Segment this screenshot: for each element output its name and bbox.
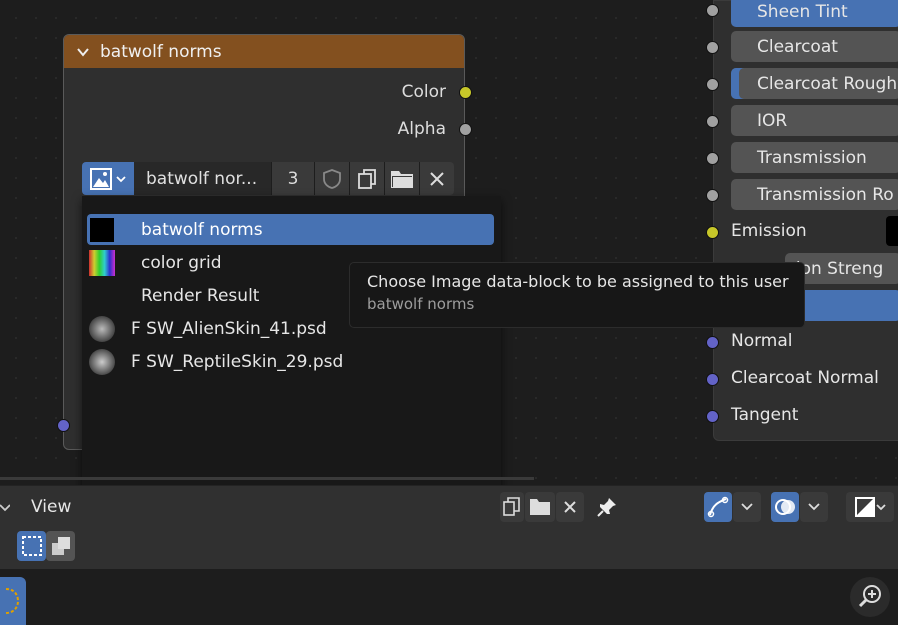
- tool-select-button[interactable]: [0, 577, 26, 625]
- editor-header: View: [0, 485, 898, 530]
- image-icon: [90, 167, 112, 190]
- field-label: Clearcoat: [757, 36, 838, 57]
- pin-icon: [597, 498, 616, 517]
- sheen-tint-socket[interactable]: [706, 4, 719, 17]
- snapping-toggle[interactable]: [704, 492, 732, 522]
- field-label: Sheen Tint: [757, 1, 848, 22]
- node-header[interactable]: batwolf norms: [64, 35, 464, 68]
- transmission-field[interactable]: Transmission: [731, 142, 898, 173]
- transmission-roughness-field[interactable]: Transmission Ro: [731, 179, 898, 210]
- select-mode-extend-button[interactable]: [46, 531, 75, 561]
- emission-socket[interactable]: [706, 226, 719, 239]
- overlays-toggle[interactable]: [771, 492, 799, 522]
- ior-socket[interactable]: [706, 115, 719, 128]
- open-button[interactable]: [525, 492, 555, 522]
- alien-skin-thumbnail: [89, 315, 115, 342]
- item-label: F SW_AlienSkin_41.psd: [131, 318, 327, 339]
- tangent-socket[interactable]: [706, 410, 719, 423]
- field-label: Transmission Ro: [757, 184, 894, 205]
- image-thumbnail: [89, 216, 115, 243]
- overlay-icon: [775, 499, 795, 515]
- tooltip-title: Choose Image data-block to be assigned t…: [367, 272, 789, 291]
- tool-settings-bar: [0, 529, 898, 569]
- item-label: color grid: [141, 252, 222, 273]
- vector-input-socket[interactable]: [57, 419, 70, 432]
- list-item[interactable]: batwolf norms: [87, 214, 494, 245]
- fake-user-button[interactable]: [315, 162, 350, 195]
- reptile-skin-thumbnail: [89, 348, 115, 375]
- transmission-roughness-socket[interactable]: [706, 189, 719, 202]
- unlink-image-button[interactable]: [420, 162, 454, 195]
- scrollbar[interactable]: [0, 477, 534, 480]
- tangent-label: Tangent: [731, 405, 799, 425]
- snap-icon: [707, 496, 729, 518]
- chevron-down-icon: [741, 503, 753, 511]
- item-label: F SW_ReptileSkin_29.psd: [131, 351, 344, 372]
- overlays-menu[interactable]: [800, 492, 828, 522]
- zoom-button[interactable]: [850, 577, 890, 617]
- duplicate-icon: [503, 497, 520, 516]
- pin-button[interactable]: [592, 492, 622, 522]
- chevron-down-icon[interactable]: [76, 45, 90, 59]
- user-count-button[interactable]: 3: [272, 162, 315, 195]
- field-label: Transmission: [757, 147, 867, 168]
- duplicate-image-button[interactable]: [350, 162, 385, 195]
- browse-image-button[interactable]: [82, 162, 134, 195]
- item-label: batwolf norms: [141, 219, 263, 240]
- clearcoat-socket[interactable]: [706, 41, 719, 54]
- select-extend-icon: [51, 537, 70, 555]
- alpha-output-label: Alpha: [397, 119, 446, 139]
- canvas-bottom: [0, 569, 898, 625]
- folder-icon: [530, 499, 550, 515]
- open-image-button[interactable]: [385, 162, 420, 195]
- clearcoat-roughness-socket[interactable]: [706, 78, 719, 91]
- transmission-socket[interactable]: [706, 152, 719, 165]
- normal-socket[interactable]: [706, 336, 719, 349]
- close-icon: [430, 171, 444, 186]
- image-name-field[interactable]: batwolf nor...: [134, 162, 272, 195]
- field-label: Clearcoat Rough: [757, 73, 898, 94]
- emission-label: Emission: [731, 221, 807, 241]
- chevron-down-icon: [116, 175, 126, 182]
- item-label: Render Result: [141, 285, 260, 306]
- color-output-socket[interactable]: [459, 86, 472, 99]
- ior-field[interactable]: IOR: [731, 105, 898, 136]
- lasso-icon: [6, 588, 20, 614]
- view-menu[interactable]: View: [31, 497, 71, 517]
- clearcoat-field[interactable]: Clearcoat: [731, 31, 898, 62]
- tooltip: Choose Image data-block to be assigned t…: [349, 262, 805, 328]
- select-box-icon: [21, 536, 42, 556]
- color-grid-thumbnail: [89, 249, 115, 276]
- duplicate-icon: [358, 168, 376, 189]
- tooltip-subtitle: batwolf norms: [367, 295, 475, 313]
- empty-thumbnail: [89, 283, 115, 309]
- unlink-button[interactable]: [556, 492, 584, 522]
- chevron-down-icon[interactable]: [0, 500, 10, 514]
- emission-color-swatch[interactable]: [886, 216, 898, 246]
- clearcoat-normal-label: Clearcoat Normal: [731, 368, 879, 388]
- select-box-button[interactable]: [17, 531, 46, 561]
- normal-label: Normal: [731, 331, 793, 351]
- clearcoat-roughness-field[interactable]: Clearcoat Rough: [731, 68, 898, 99]
- close-icon: [564, 501, 576, 513]
- snapping-menu[interactable]: [733, 492, 761, 522]
- backdrop-channels-button[interactable]: [846, 492, 894, 522]
- zoom-icon: [858, 585, 881, 608]
- shield-icon: [323, 168, 341, 189]
- color-output-label: Color: [401, 82, 446, 102]
- field-label: IOR: [757, 110, 788, 131]
- chevron-down-icon: [808, 503, 820, 511]
- sheen-tint-field[interactable]: Sheen Tint: [731, 0, 898, 27]
- duplicate-button[interactable]: [500, 492, 524, 522]
- chevron-down-icon: [876, 504, 886, 511]
- list-item[interactable]: F SW_ReptileSkin_29.psd: [87, 346, 494, 377]
- alpha-output-socket[interactable]: [459, 123, 472, 136]
- clearcoat-normal-socket[interactable]: [706, 373, 719, 386]
- folder-icon: [391, 170, 413, 188]
- image-alpha-icon: [855, 497, 875, 517]
- image-selector: batwolf nor... 3: [82, 162, 454, 195]
- node-title: batwolf norms: [100, 41, 222, 62]
